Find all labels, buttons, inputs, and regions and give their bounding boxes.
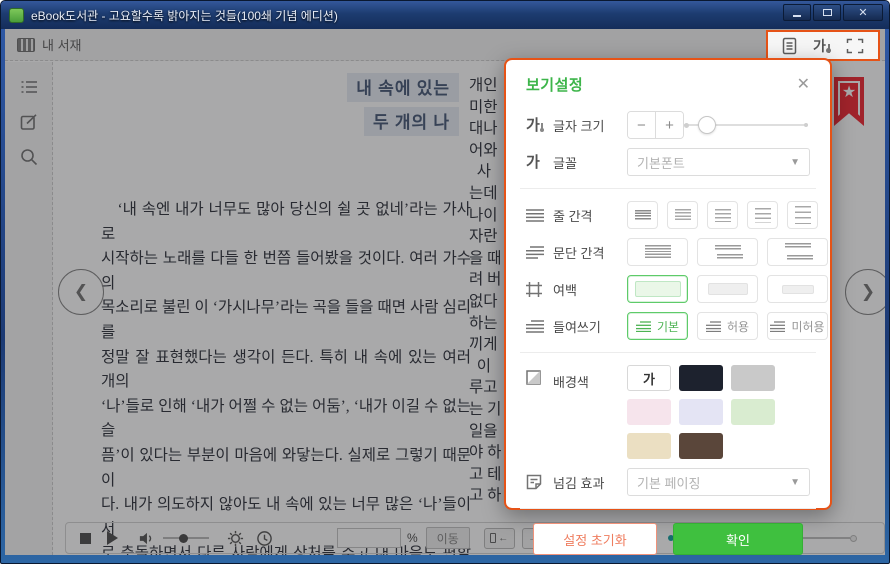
paragraph-spacing-options	[627, 238, 828, 266]
background-color-swatches: 가	[627, 365, 810, 459]
bg-color-swatch[interactable]	[679, 399, 723, 425]
font-size-decrease-button[interactable]: −	[628, 112, 656, 138]
font-settings-icon[interactable]: 가	[813, 39, 830, 53]
font-family-value: 기본폰트	[637, 153, 685, 172]
slider-max-dot	[804, 123, 808, 127]
margin-label: 여백	[553, 280, 627, 299]
bg-color-swatch[interactable]	[731, 399, 775, 425]
background-color-label: 배경색	[553, 372, 627, 391]
indent-mini-icon	[770, 321, 785, 332]
panel-close-icon[interactable]: ✕	[797, 77, 810, 93]
indent-mini-icon	[706, 321, 721, 332]
title-bar: eBook도서관 - 고요할수록 밝아지는 것들(100쇄 기념 에디션)	[1, 1, 889, 29]
page-turn-effect-select[interactable]: 기본 페이징 ▼	[627, 468, 810, 496]
page-turn-effect-label: 넘김 효과	[553, 473, 627, 492]
font-family-row: 가 글꼴 기본폰트 ▼	[526, 148, 810, 176]
margin-options	[627, 275, 828, 303]
minimize-button[interactable]	[783, 4, 811, 21]
indent-row: 들여쓰기 기본허용미허용	[526, 312, 810, 340]
bg-color-swatch[interactable]	[627, 399, 671, 425]
bg-color-swatch[interactable]	[679, 433, 723, 459]
indent-option-label: 미허용	[791, 318, 824, 335]
line-spacing-option-tight[interactable]	[667, 201, 698, 229]
app-content: 내 서재 내 속에 있는 두 개의 나 ‘내 속엔 내가 너무도 많아 당신의 …	[5, 29, 885, 555]
view-settings-panel: 보기설정 ✕ 가 글자 크기 − + 가 글꼴	[504, 58, 832, 510]
view-settings-icon[interactable]	[782, 37, 797, 55]
indent-option-미허용[interactable]: 미허용	[767, 312, 828, 340]
background-color-row: 배경색 가	[526, 365, 810, 459]
line-spacing-icon	[526, 209, 553, 222]
margin-option-narrow[interactable]	[767, 275, 828, 303]
page-turn-effect-icon	[526, 474, 553, 490]
fullscreen-icon[interactable]	[846, 38, 864, 54]
line-spacing-option-normal[interactable]	[707, 201, 738, 229]
indent-icon	[526, 320, 553, 333]
bg-color-swatch[interactable]	[627, 433, 671, 459]
paragraph-spacing-option-none[interactable]	[627, 238, 688, 266]
font-family-select[interactable]: 기본폰트 ▼	[627, 148, 810, 176]
margin-option-medium[interactable]	[697, 275, 758, 303]
margin-option-wide[interactable]	[627, 275, 688, 303]
window-title: eBook도서관 - 고요할수록 밝아지는 것들(100쇄 기념 에디션)	[31, 7, 338, 24]
font-size-label: 글자 크기	[553, 116, 627, 135]
indent-option-허용[interactable]: 허용	[697, 312, 758, 340]
font-icon: 가	[526, 155, 553, 170]
bg-color-swatch[interactable]	[731, 365, 775, 391]
bg-color-swatch[interactable]: 가	[627, 365, 671, 391]
paragraph-spacing-label: 문단 간격	[553, 243, 627, 262]
minimize-icon	[793, 15, 801, 17]
font-size-row: 가 글자 크기 − +	[526, 111, 810, 139]
divider	[520, 352, 816, 353]
indent-option-label: 허용	[727, 318, 749, 335]
font-size-stepper: − +	[627, 111, 684, 139]
app-icon	[9, 8, 24, 23]
font-family-label: 글꼴	[553, 153, 627, 172]
indent-label: 들여쓰기	[553, 317, 627, 336]
background-color-icon	[526, 370, 553, 385]
divider	[520, 188, 816, 189]
close-button[interactable]: ✕	[843, 4, 883, 21]
paragraph-spacing-option-small[interactable]	[697, 238, 758, 266]
paragraph-spacing-option-large[interactable]	[767, 238, 828, 266]
bg-color-swatch[interactable]	[679, 365, 723, 391]
font-size-slider[interactable]	[684, 115, 808, 135]
confirm-button[interactable]: 확인	[673, 523, 803, 555]
line-spacing-label: 줄 간격	[553, 206, 627, 225]
font-size-mini-slider-icon	[828, 44, 830, 53]
paragraph-spacing-row: 문단 간격	[526, 238, 810, 266]
maximize-icon	[823, 9, 832, 16]
window-controls: ✕	[781, 4, 883, 21]
page-turn-effect-value: 기본 페이징	[637, 473, 700, 492]
indent-mini-icon	[636, 321, 651, 332]
font-size-icon: 가	[526, 118, 553, 133]
font-size-increase-button[interactable]: +	[656, 112, 684, 138]
indent-option-기본[interactable]: 기본	[627, 312, 688, 340]
panel-actions: 설정 초기화 확인	[526, 523, 810, 555]
chevron-down-icon: ▼	[790, 157, 800, 168]
chevron-down-icon: ▼	[790, 477, 800, 488]
reset-settings-button[interactable]: 설정 초기화	[533, 523, 657, 555]
line-spacing-option-tightest[interactable]	[627, 201, 658, 229]
line-spacing-row: 줄 간격	[526, 201, 810, 229]
page-effect-row: 넘김 효과 기본 페이징 ▼	[526, 468, 810, 496]
highlighted-toolbar-group: 가	[766, 30, 880, 61]
indent-option-label: 기본	[657, 318, 679, 335]
panel-title: 보기설정	[526, 74, 583, 95]
slider-min-dot	[684, 123, 689, 128]
divider	[520, 508, 816, 509]
line-spacing-option-wide[interactable]	[747, 201, 778, 229]
app-window: eBook도서관 - 고요할수록 밝아지는 것들(100쇄 기념 에디션) ✕ …	[0, 0, 890, 564]
indent-options: 기본 허용 미허용	[627, 312, 828, 340]
margin-row: 여백	[526, 275, 810, 303]
slider-knob[interactable]	[698, 116, 716, 134]
paragraph-spacing-icon	[526, 246, 553, 259]
margin-icon	[526, 282, 553, 297]
line-spacing-option-widest[interactable]	[787, 201, 818, 229]
maximize-button[interactable]	[813, 4, 841, 21]
line-spacing-options	[627, 201, 818, 229]
